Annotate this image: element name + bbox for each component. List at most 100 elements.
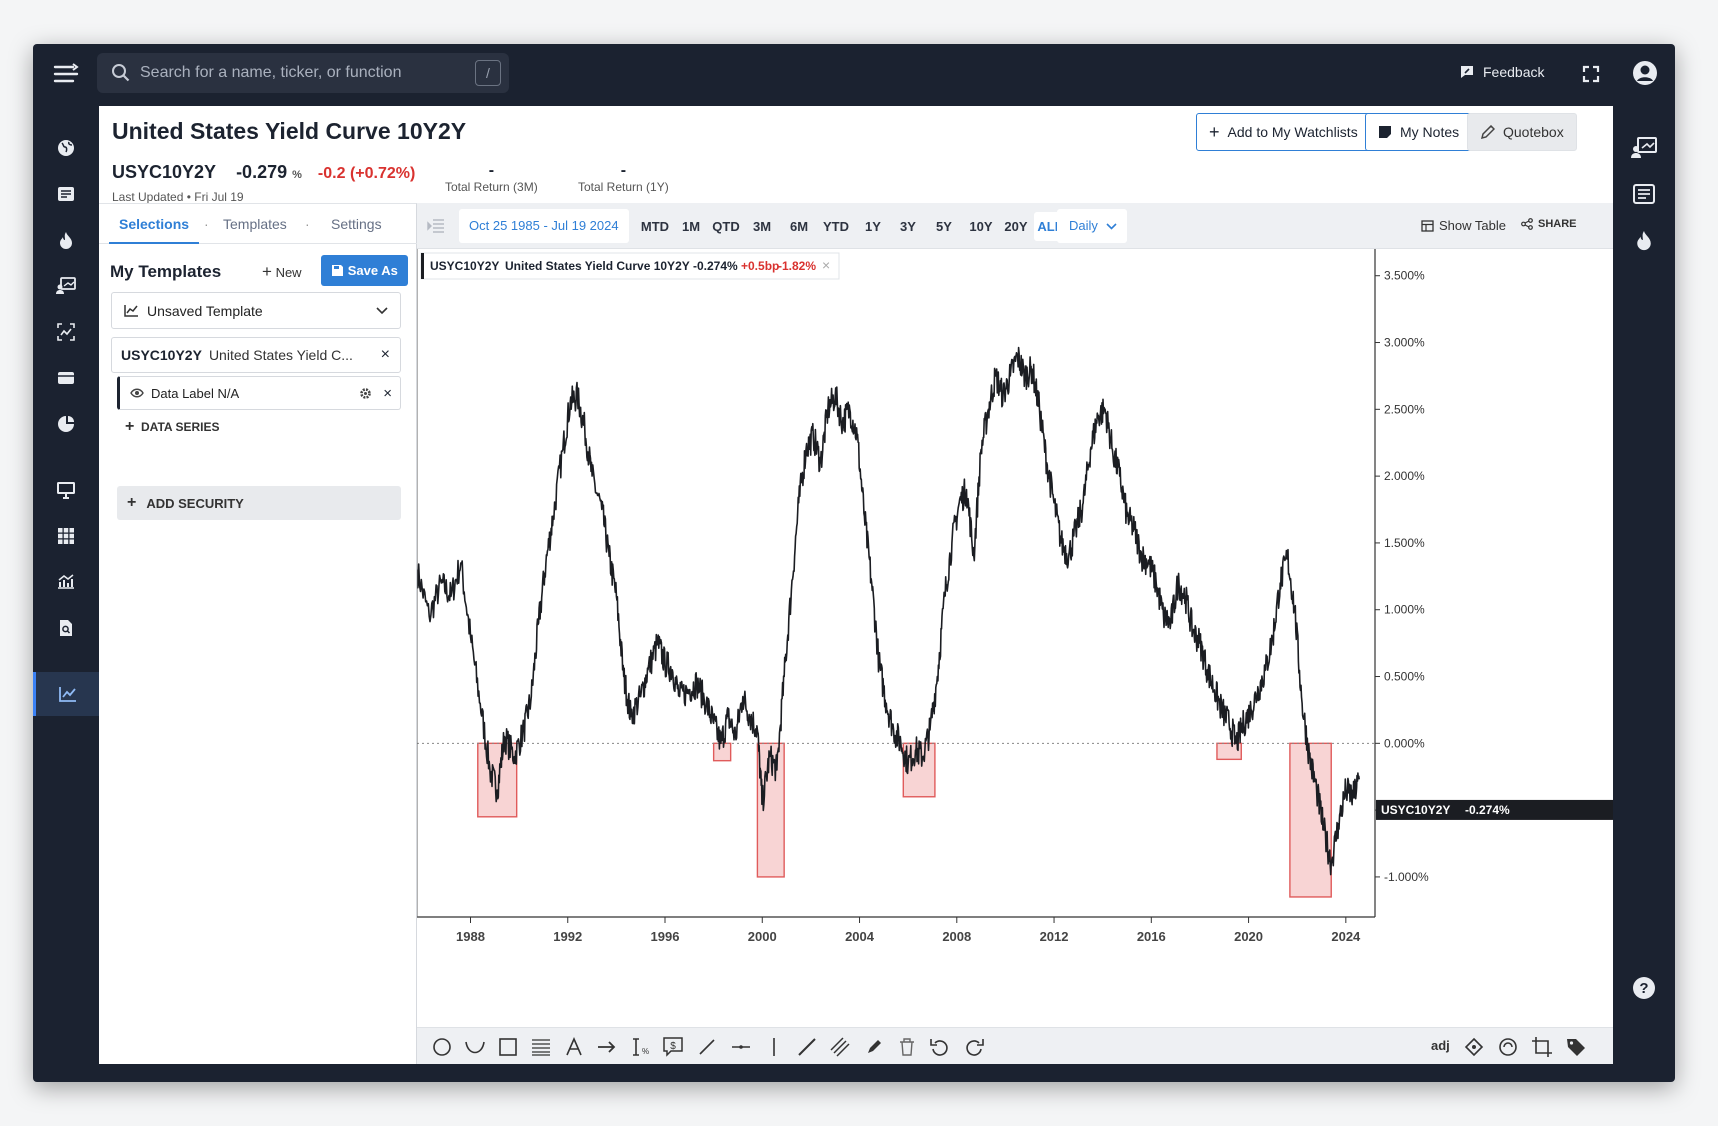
help-icon[interactable]: ? — [1613, 968, 1675, 1008]
legend-ticker: USYC10Y2Y — [430, 259, 499, 273]
save-as-button[interactable]: Save As — [321, 255, 408, 286]
remove-data-label-icon[interactable]: × — [383, 385, 392, 402]
search-icon — [111, 63, 131, 88]
horizontal-line-tool-icon[interactable] — [730, 1036, 752, 1058]
tab-settings[interactable]: Settings — [331, 204, 382, 244]
rectangle-tool-icon[interactable] — [497, 1036, 519, 1058]
chart-icon[interactable] — [33, 672, 99, 716]
document-search-icon[interactable] — [33, 606, 99, 650]
arrow-tool-icon[interactable] — [596, 1036, 618, 1058]
globe-icon[interactable] — [33, 126, 99, 170]
undo-icon[interactable] — [929, 1036, 951, 1058]
redo-icon[interactable] — [963, 1036, 985, 1058]
add-security-button[interactable]: + ADD SECURITY — [117, 486, 401, 520]
x-tick-label: 1988 — [456, 929, 485, 944]
my-notes-button[interactable]: My Notes — [1365, 113, 1473, 151]
period-mtd[interactable]: MTD — [639, 212, 671, 241]
new-template-button[interactable]: + New — [262, 262, 302, 282]
price-label-tool-icon[interactable]: $ — [662, 1036, 684, 1058]
tag-icon[interactable] — [1565, 1036, 1587, 1058]
crop-icon[interactable] — [1531, 1036, 1553, 1058]
date-range-picker[interactable]: Oct 25 1985 - Jul 19 2024 — [459, 209, 629, 243]
fullscreen-icon[interactable] — [1581, 64, 1601, 89]
template-select[interactable]: Unsaved Template — [111, 292, 401, 329]
vertical-line-tool-icon[interactable] — [763, 1036, 785, 1058]
chart-background — [417, 249, 1613, 1027]
right-rail: ? — [1613, 106, 1675, 1082]
add-data-series-button[interactable]: + DATA SERIES — [125, 418, 219, 436]
presenter-icon[interactable] — [33, 264, 99, 308]
pie-chart-icon[interactable] — [33, 402, 99, 446]
crosshair-icon[interactable] — [1463, 1036, 1485, 1058]
period-3y[interactable]: 3Y — [893, 212, 923, 241]
screener-icon[interactable] — [33, 310, 99, 354]
add-to-watchlist-button[interactable]: + Add to My Watchlists — [1196, 113, 1371, 151]
period-3m[interactable]: 3M — [747, 212, 777, 241]
settings-gear-icon[interactable] — [359, 387, 372, 400]
y-tick-label: 2.000% — [1384, 469, 1425, 483]
chart-toolbar: Oct 25 1985 - Jul 19 2024 MTD 1M QTD 3M 6M YT… — [417, 203, 1613, 249]
monitor-icon[interactable] — [33, 468, 99, 512]
x-tick-label: 2004 — [845, 929, 875, 944]
app-window: / Feedback ? United States Yield C — [33, 44, 1675, 1082]
flame-icon[interactable] — [33, 218, 99, 262]
price-range-tool-icon[interactable]: % — [629, 1036, 651, 1058]
y-tick-label: 1.500% — [1384, 536, 1425, 550]
fibonacci-tool-icon[interactable] — [530, 1036, 552, 1058]
remove-security-icon[interactable]: × — [381, 346, 390, 364]
watchlist-label: Add to My Watchlists — [1227, 124, 1358, 140]
plus-icon: + — [1209, 122, 1220, 142]
note-icon — [1379, 126, 1391, 138]
share-button[interactable]: SHARE — [1521, 218, 1577, 230]
circle-tool-icon[interactable] — [431, 1036, 453, 1058]
flame-icon[interactable] — [1613, 220, 1675, 260]
presenter-icon[interactable] — [1613, 128, 1675, 168]
brush-tool-icon[interactable] — [863, 1036, 885, 1058]
template-select-label: Unsaved Template — [147, 302, 263, 319]
frequency-select[interactable]: Daily — [1057, 209, 1127, 243]
search-input[interactable] — [140, 53, 460, 93]
y-tick-label: 0.500% — [1384, 670, 1425, 684]
quotebox-button[interactable]: Quotebox — [1467, 113, 1577, 151]
news-icon[interactable] — [1613, 174, 1675, 214]
user-avatar-icon[interactable] — [1631, 59, 1659, 92]
data-label-row: Data Label N/A × — [117, 376, 401, 410]
price-change: -0.2 (+0.72%) — [317, 165, 416, 182]
period-1m[interactable]: 1M — [677, 212, 705, 241]
collapse-panel-icon[interactable] — [427, 218, 445, 234]
svg-text:?: ? — [1639, 980, 1648, 997]
yield-curve-chart[interactable]: 3.500% 3.000% 2.500% 2.000% 1.500% 1.000% 0.50… — [417, 249, 1613, 1027]
security-name: United States Yield C... — [208, 347, 353, 363]
period-20y[interactable]: 20Y — [999, 212, 1033, 241]
text-tool-icon[interactable] — [563, 1036, 585, 1058]
apps-grid-icon[interactable] — [33, 514, 99, 558]
feedback-icon — [1461, 66, 1473, 78]
quotebox-label: Quotebox — [1503, 124, 1564, 140]
trash-icon[interactable] — [896, 1036, 918, 1058]
tab-selections[interactable]: Selections — [109, 204, 199, 244]
menu-icon[interactable] — [51, 60, 81, 90]
wallet-icon[interactable] — [33, 356, 99, 400]
arc-tool-icon[interactable] — [464, 1036, 486, 1058]
legend-close-icon: × — [822, 257, 830, 273]
news-icon[interactable] — [33, 172, 99, 216]
period-10y[interactable]: 10Y — [964, 212, 998, 241]
eye-icon[interactable] — [130, 388, 144, 398]
magnet-icon[interactable] — [1497, 1036, 1519, 1058]
period-6m[interactable]: 6M — [784, 212, 814, 241]
parallel-channel-tool-icon[interactable] — [829, 1036, 851, 1058]
period-1y[interactable]: 1Y — [859, 212, 887, 241]
analytics-icon[interactable] — [33, 560, 99, 604]
feedback-button[interactable]: Feedback — [1459, 64, 1544, 80]
tab-templates[interactable]: Templates — [223, 204, 287, 244]
ray-tool-icon[interactable] — [796, 1036, 818, 1058]
pencil-icon — [1480, 124, 1495, 139]
security-row[interactable]: USYC10Y2Y United States Yield C... × — [111, 337, 401, 373]
trend-line-tool-icon[interactable] — [696, 1036, 718, 1058]
y-tick-label: 2.500% — [1384, 402, 1425, 416]
period-ytd[interactable]: YTD — [819, 212, 853, 241]
show-table-button[interactable]: Show Table — [1421, 218, 1506, 233]
period-5y[interactable]: 5Y — [929, 212, 959, 241]
adjust-toggle[interactable]: adj — [1431, 1038, 1450, 1053]
period-qtd[interactable]: QTD — [709, 212, 743, 241]
